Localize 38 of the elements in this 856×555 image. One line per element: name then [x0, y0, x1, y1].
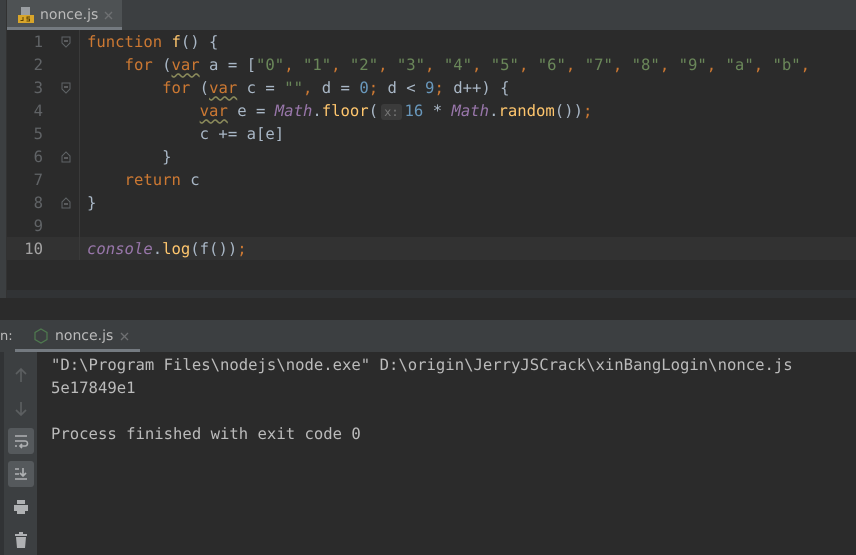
- soft-wrap-icon: [12, 433, 28, 449]
- line-number: 8: [32, 194, 43, 212]
- line-number: 9: [32, 216, 43, 234]
- code-line: var e = Math.floor( x: 16 * Math.random());: [198, 102, 592, 120]
- line-number: 7: [32, 170, 43, 188]
- line-number: 1: [32, 32, 43, 50]
- fold-icon[interactable]: [61, 150, 71, 162]
- print-icon: [12, 499, 28, 515]
- code-line: for (var c = "", d = 0; d < 9; d++) {: [161, 78, 510, 96]
- code-line: function f() {: [87, 32, 218, 50]
- file-tab[interactable]: nonce.js: [7, 0, 122, 30]
- js-file-icon: [17, 6, 35, 24]
- up-arrow-icon: [12, 367, 28, 383]
- hexagon-icon: [33, 328, 49, 344]
- code-line: return c: [124, 170, 200, 188]
- line-number: 5: [32, 124, 43, 142]
- trash-icon: [12, 532, 28, 548]
- line-number: 10: [23, 240, 43, 258]
- status-message: Process finished with exit code 0: [51, 424, 362, 445]
- code-line: }: [161, 148, 172, 166]
- down-arrow-icon: [12, 400, 28, 416]
- command-line-text: "D:\Program Files\nodejs\node.exe" D:\origin\JerryJSCrack\xinBangLogin\nonce.js: [51, 355, 794, 376]
- soft-wrap-button[interactable]: [8, 428, 34, 454]
- code-line: }: [87, 194, 96, 212]
- fold-icon[interactable]: [61, 82, 71, 94]
- line-number: 6: [32, 148, 43, 166]
- code-line: c += a[e]: [198, 124, 284, 142]
- panel-label: n:: [0, 328, 14, 346]
- scroll-to-end-icon: [12, 466, 28, 482]
- line-number: 4: [32, 102, 43, 120]
- fold-icon[interactable]: [61, 36, 71, 48]
- fold-icon[interactable]: [61, 196, 71, 208]
- output-text: 5e17849e1: [51, 378, 136, 399]
- scroll-to-end-button[interactable]: [8, 461, 34, 487]
- line-number: 3: [32, 78, 43, 96]
- code-line: console.log(f());: [87, 240, 247, 258]
- code-line: for (var a = ["0", "1", "2", "3", "4", "5", "6", "7", "8", "9", "a", "b",: [124, 56, 810, 74]
- line-number: 2: [32, 56, 43, 74]
